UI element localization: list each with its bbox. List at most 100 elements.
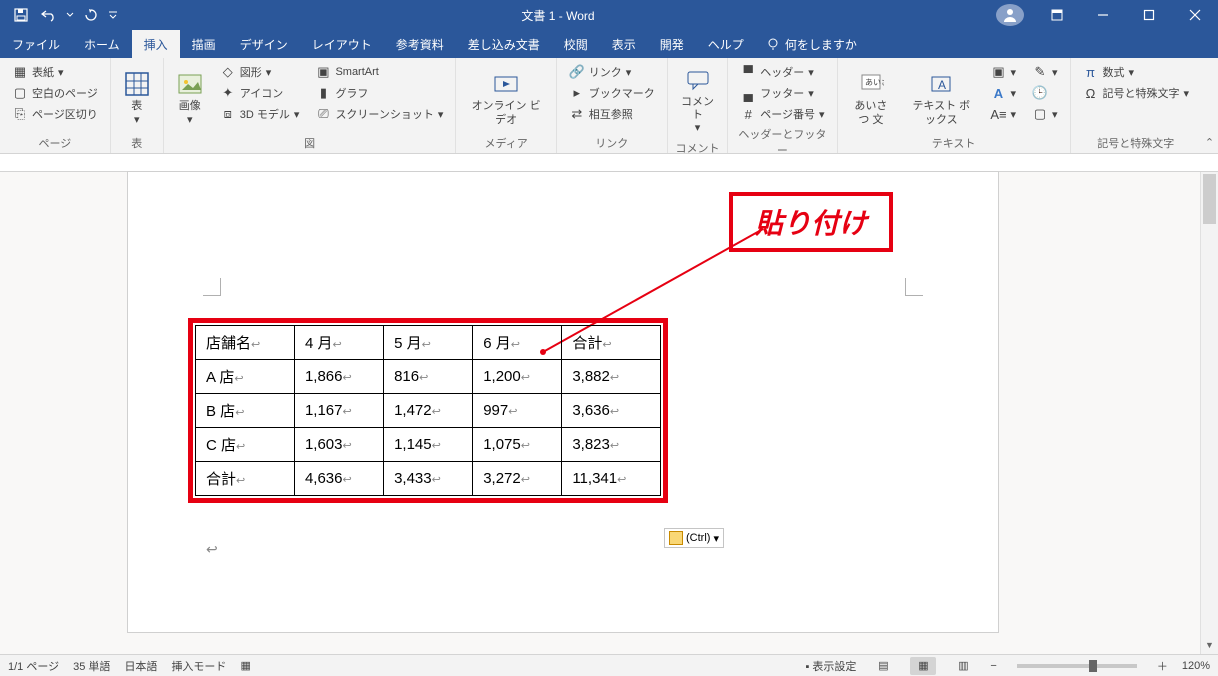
- cell[interactable]: A 店↩: [196, 360, 295, 394]
- tab-review[interactable]: 校閲: [552, 30, 600, 58]
- cell[interactable]: 合計↩: [196, 462, 295, 496]
- page-break-button[interactable]: ⎘ページ区切り: [6, 104, 104, 124]
- ruler[interactable]: [0, 154, 1218, 172]
- language-indicator[interactable]: 日本語: [124, 658, 157, 674]
- word-count[interactable]: 35 単語: [73, 658, 110, 674]
- wordart-button[interactable]: A▾: [984, 83, 1022, 103]
- print-layout-button[interactable]: ▦: [910, 657, 936, 675]
- quickparts-button[interactable]: ▣▾: [984, 62, 1022, 82]
- user-avatar[interactable]: [996, 4, 1024, 26]
- scroll-down-button[interactable]: ▼: [1201, 636, 1218, 654]
- undo-button[interactable]: [36, 2, 62, 28]
- zoom-slider[interactable]: [1017, 664, 1137, 668]
- cell[interactable]: 3,882↩: [562, 360, 661, 394]
- online-video-button[interactable]: オンライン ビデオ: [462, 62, 549, 133]
- equation-button[interactable]: π数式 ▾: [1077, 62, 1196, 82]
- cell[interactable]: 3,433↩: [384, 462, 473, 496]
- page-indicator[interactable]: 1/1 ページ: [8, 658, 59, 674]
- tab-file[interactable]: ファイル: [0, 30, 72, 58]
- cell[interactable]: 6 月↩: [473, 326, 562, 360]
- macro-icon[interactable]: ▦: [240, 659, 250, 672]
- smartart-button[interactable]: ▣SmartArt: [309, 62, 449, 82]
- close-button[interactable]: [1172, 0, 1218, 30]
- tab-draw[interactable]: 描画: [180, 30, 228, 58]
- pagenum-button[interactable]: #ページ番号 ▾: [734, 104, 830, 124]
- cell[interactable]: 4,636↩: [294, 462, 383, 496]
- cell[interactable]: C 店↩: [196, 428, 295, 462]
- image-button[interactable]: 画像▾: [170, 62, 210, 133]
- zoom-level[interactable]: 120%: [1182, 660, 1210, 672]
- tab-developer[interactable]: 開発: [648, 30, 696, 58]
- table-row: A 店↩ 1,866↩ 816↩ 1,200↩ 3,882↩: [196, 360, 661, 394]
- tab-help[interactable]: ヘルプ: [696, 30, 756, 58]
- cell[interactable]: 1,167↩: [294, 394, 383, 428]
- bookmark-button[interactable]: ▸ブックマーク: [563, 83, 661, 103]
- textbox-button[interactable]: Aテキスト ボックス: [902, 62, 980, 133]
- tab-design[interactable]: デザイン: [228, 30, 300, 58]
- greeting-button[interactable]: あいさつあいさつ 文: [844, 62, 899, 133]
- signature-button[interactable]: ✎▾: [1026, 62, 1064, 82]
- display-settings[interactable]: ▪ 表示設定: [805, 658, 856, 674]
- zoom-thumb[interactable]: [1089, 660, 1097, 672]
- cell[interactable]: 3,636↩: [562, 394, 661, 428]
- table-button[interactable]: 表▾: [117, 62, 157, 133]
- insert-mode[interactable]: 挿入モード: [171, 658, 226, 674]
- header-button[interactable]: ▀ヘッダー ▾: [734, 62, 830, 82]
- collapse-ribbon-button[interactable]: ⌃: [1201, 58, 1218, 153]
- cell[interactable]: 3,823↩: [562, 428, 661, 462]
- minimize-button[interactable]: [1080, 0, 1126, 30]
- read-mode-button[interactable]: ▤: [870, 657, 896, 675]
- icons-button[interactable]: ✦アイコン: [214, 83, 306, 103]
- maximize-button[interactable]: [1126, 0, 1172, 30]
- tab-layout[interactable]: レイアウト: [300, 30, 384, 58]
- web-layout-button[interactable]: ▥: [950, 657, 976, 675]
- data-table[interactable]: 店舗名↩ 4 月↩ 5 月↩ 6 月↩ 合計↩ A 店↩ 1,866↩ 816↩…: [195, 325, 661, 496]
- qat-customize[interactable]: [106, 2, 120, 28]
- tell-me[interactable]: 何をしますか: [756, 30, 867, 58]
- cell[interactable]: B 店↩: [196, 394, 295, 428]
- paste-options-button[interactable]: (Ctrl) ▾: [664, 528, 724, 548]
- cell[interactable]: 1,472↩: [384, 394, 473, 428]
- link-button[interactable]: 🔗リンク ▾: [563, 62, 661, 82]
- cell[interactable]: 1,075↩: [473, 428, 562, 462]
- object-button[interactable]: ▢▾: [1026, 104, 1064, 124]
- cell[interactable]: 1,145↩: [384, 428, 473, 462]
- comment-button[interactable]: コメント▾: [674, 62, 721, 138]
- datetime-button[interactable]: 🕒: [1026, 83, 1064, 103]
- tab-insert[interactable]: 挿入: [132, 30, 180, 58]
- 3dmodel-button[interactable]: ⧈3D モデル ▾: [214, 104, 306, 124]
- zoom-out-button[interactable]: −: [990, 660, 996, 672]
- dropcap-button[interactable]: A≡▾: [984, 104, 1022, 124]
- tab-view[interactable]: 表示: [600, 30, 648, 58]
- ribbon-options-button[interactable]: [1034, 0, 1080, 30]
- cell[interactable]: 5 月↩: [384, 326, 473, 360]
- shapes-button[interactable]: ◇図形 ▾: [214, 62, 306, 82]
- vertical-scrollbar[interactable]: ▲ ▼: [1200, 172, 1218, 654]
- screenshot-button[interactable]: ⎚スクリーンショット ▾: [309, 104, 449, 124]
- cell[interactable]: 816↩: [384, 360, 473, 394]
- page[interactable]: 貼り付け 店舗名↩ 4 月↩ 5 月↩ 6 月↩ 合計↩ A 店↩ 1,866↩…: [128, 172, 998, 632]
- tab-references[interactable]: 参考資料: [384, 30, 456, 58]
- zoom-in-button[interactable]: ＋: [1157, 658, 1168, 674]
- cell[interactable]: 合計↩: [562, 326, 661, 360]
- scroll-thumb[interactable]: [1203, 174, 1216, 224]
- cell[interactable]: 11,341↩: [562, 462, 661, 496]
- cell[interactable]: 4 月↩: [294, 326, 383, 360]
- cell[interactable]: 1,200↩: [473, 360, 562, 394]
- tab-home[interactable]: ホーム: [72, 30, 132, 58]
- undo-dropdown[interactable]: [64, 2, 76, 28]
- cell[interactable]: 3,272↩: [473, 462, 562, 496]
- cover-page-button[interactable]: ▦表紙 ▾: [6, 62, 104, 82]
- symbol-button[interactable]: Ω記号と特殊文字 ▾: [1077, 83, 1196, 103]
- crossref-button[interactable]: ⇄相互参照: [563, 104, 661, 124]
- cell[interactable]: 1,603↩: [294, 428, 383, 462]
- cell[interactable]: 店舗名↩: [196, 326, 295, 360]
- blank-page-button[interactable]: ▢空白のページ: [6, 83, 104, 103]
- chart-button[interactable]: ▮グラフ: [309, 83, 449, 103]
- cell[interactable]: 997↩: [473, 394, 562, 428]
- tab-mailings[interactable]: 差し込み文書: [456, 30, 552, 58]
- save-button[interactable]: [8, 2, 34, 28]
- cell[interactable]: 1,866↩: [294, 360, 383, 394]
- footer-button[interactable]: ▄フッター ▾: [734, 83, 830, 103]
- redo-button[interactable]: [78, 2, 104, 28]
